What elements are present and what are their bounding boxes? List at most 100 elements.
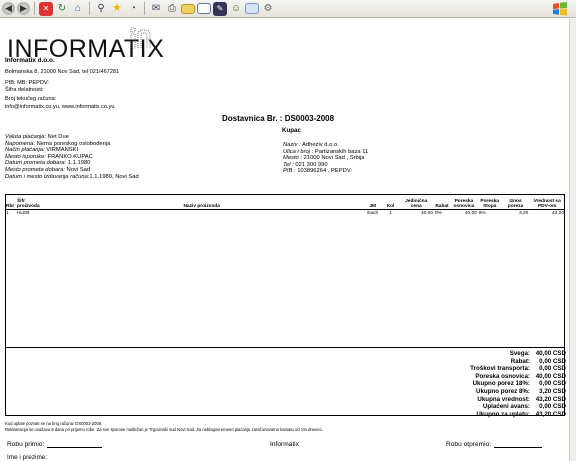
stop-icon[interactable]: ✕ [39, 1, 53, 16]
totals-row: Ukupno porez 8%: 3,20 CSD [470, 388, 566, 396]
meta-left-line: Datum i mesto izdavanja računa:1.1.1980,… [5, 174, 139, 181]
research-icon[interactable] [245, 3, 259, 14]
totals-block: Svega: 40,00 CSD Rabat: 0,00 CSD Troškovi tr… [470, 350, 566, 418]
meta-right-label: Tel : [283, 161, 294, 168]
document-title: Dostavnica Br. : DS0003-2008 [222, 114, 335, 123]
signature-received-line [47, 442, 103, 448]
meta-right-line: Ulica i broj : Partizanskih baza 11 [283, 149, 368, 156]
meta-right-label: Mesto : [283, 155, 303, 162]
mail-icon[interactable]: ✉ [149, 2, 163, 16]
totals-value: 40,00 CSD [535, 372, 566, 380]
meta-left-line: Mesto prometa dobara: Novi Sad [5, 167, 139, 174]
toolbar-separator [34, 2, 35, 15]
meta-right: Naziv : Adheziv d.o.o. Ulica i broj : Par… [283, 142, 368, 175]
window-icon[interactable] [197, 3, 211, 14]
company-web: info@informatix.co.yu, www.informatix.co… [5, 104, 115, 110]
company-account: Broj tekućeg računa: [5, 96, 57, 102]
table-cell: 40,00 [464, 210, 477, 216]
messenger-icon[interactable]: ☺ [229, 2, 243, 16]
table-header-cell: Naziv proizvoda [40, 194, 363, 210]
meta-right-line: Naziv : Adheziv d.o.o. [283, 142, 368, 149]
items-divider [5, 347, 565, 348]
table-header-cell: Vrednost sa PDV-om [529, 194, 565, 210]
totals-value: 0,00 CSD [539, 365, 566, 373]
company-address: Bolmanska 8, 21000 Nov Sad, tel 021/4672… [5, 69, 120, 75]
tools-icon[interactable]: ⚙ [261, 2, 275, 16]
table-cell: 3,20 [519, 210, 529, 216]
back-icon[interactable]: ◀ [2, 2, 15, 15]
totals-row: Troškovi transporta: 0,00 CSD [470, 365, 566, 373]
totals-label: Ukupno porez 18%: [472, 380, 530, 388]
table-cell: 8% [478, 210, 486, 216]
signature-company: Informatix [270, 441, 299, 448]
table-header-cell: Šifr proizvoda [15, 194, 41, 210]
meta-right-line: PIB : 103896264 , PEPDV: [283, 168, 368, 175]
meta-left: Valuta plaćanja: Net Due Napomena: Nema p… [5, 134, 139, 180]
home-icon[interactable]: ⌂ [71, 2, 85, 16]
meta-right-label: Naziv : [283, 142, 301, 148]
totals-value: 43,20 CSD [535, 410, 566, 418]
meta-right-value: 021 300 990 [293, 161, 328, 168]
table-cell: 40,00 [421, 210, 434, 216]
table-header-row: Rbr Šifr proizvoda Naziv proizvoda JM Kol Jed… [5, 194, 565, 210]
totals-value: 3,20 CSD [539, 387, 566, 395]
totals-label: Ukupno za uplatu: [476, 410, 530, 418]
company-logo-icon [130, 27, 151, 49]
meta-right-value: Adheziv d.o.o. [300, 142, 339, 148]
table-cell: 1 [6, 210, 9, 216]
totals-label: Rabat: [510, 357, 530, 365]
signature-received-label: Robu primio: [7, 441, 45, 448]
totals-value: 0,00 CSD [539, 403, 566, 411]
table-header-cell: Iznos poreza [501, 194, 530, 210]
company-name: Informatix d.o.o. [5, 57, 55, 64]
items-table: Rbr Šifr proizvoda Naziv proizvoda JM Kol Jed… [5, 194, 565, 217]
forward-icon[interactable]: ▶ [17, 2, 30, 15]
table-header-cell: Rbr [5, 194, 16, 210]
meta-left-value: 1.1.1980, Novi Sad [89, 173, 139, 180]
edit-icon[interactable]: ✎ [213, 1, 227, 16]
signature-name-label: Ime i prezime: [7, 454, 48, 461]
vertical-scrollbar[interactable] [569, 19, 576, 461]
meta-right-value: 103896264 , PEPDV: [295, 168, 353, 175]
table-header-cell: Rabat [434, 194, 450, 210]
print-icon[interactable]: ⎙ [165, 2, 179, 16]
totals-label: Poreska osnovica: [475, 372, 530, 380]
meta-left-line: Mesto isporuke: FRANKO KUPAC [5, 154, 139, 161]
search-icon[interactable]: ⚲ [94, 2, 108, 16]
meta-left-label: Mesto isporuke: [5, 153, 46, 160]
meta-left-line: Način plaćanja: VIRMANSKI [5, 147, 139, 154]
meta-left-line: Valuta plaćanja: Net Due [5, 134, 139, 141]
signature-shipped-line [494, 442, 543, 448]
meta-left-value: Net Due [46, 134, 69, 140]
totals-row: Uplaćeni avans: 0,00 CSD [470, 403, 566, 411]
table-header-cell: Poreska Stopa [477, 194, 502, 210]
table-body: 1 HLEB Each 1 40,00 0% 40,00 8% 3,20 43,20 [5, 210, 565, 218]
signature-received: Robu primio: [7, 441, 103, 448]
windows-logo-icon [548, 0, 572, 18]
meta-left-label: Datum prometa dobara: [5, 160, 67, 167]
totals-row: Svega: 40,00 CSD [470, 350, 566, 358]
favorites-icon[interactable]: ★ [110, 2, 124, 16]
company-sifra: Šifra delatnosti: [5, 87, 44, 93]
refresh-icon[interactable]: ↻ [55, 2, 69, 16]
table-cell: 1 [389, 210, 392, 216]
company-pib: PIB: MB: PEPDV: [5, 80, 49, 86]
meta-left-label: Napomena: [5, 140, 35, 147]
meta-left-line: Napomena: Nema poreskog oslobođenja [5, 141, 139, 148]
table-header-cell: JM [362, 194, 383, 210]
totals-label: Ukupna vrednost: [477, 395, 530, 403]
folder-icon[interactable] [181, 3, 195, 14]
meta-right-value: Partizanskih baza 11 [313, 148, 369, 155]
table-header-cell: Jedinična cena [398, 194, 435, 210]
footer-note-complaints: Reklamacija se uvažava 8 dana po prijemu… [5, 427, 323, 432]
totals-value: 40,00 CSD [535, 350, 566, 357]
signature-shipped: Robu otpremio: [446, 441, 543, 448]
footer-note-payment: Kod uplate pozvati se na broj računa: DS… [5, 421, 103, 426]
meta-left-label: Način plaćanja: [5, 147, 45, 154]
meta-left-line: Datum prometa dobara: 1.1.1980 [5, 160, 139, 167]
history-icon[interactable]: ◔ [126, 2, 140, 16]
toolbar-separator [89, 2, 90, 15]
meta-left-value: FRANKO KUPAC [45, 153, 93, 160]
totals-row: Ukupno porez 18%: 0,00 CSD [470, 380, 566, 388]
table-header-cell: Kol [382, 194, 399, 210]
